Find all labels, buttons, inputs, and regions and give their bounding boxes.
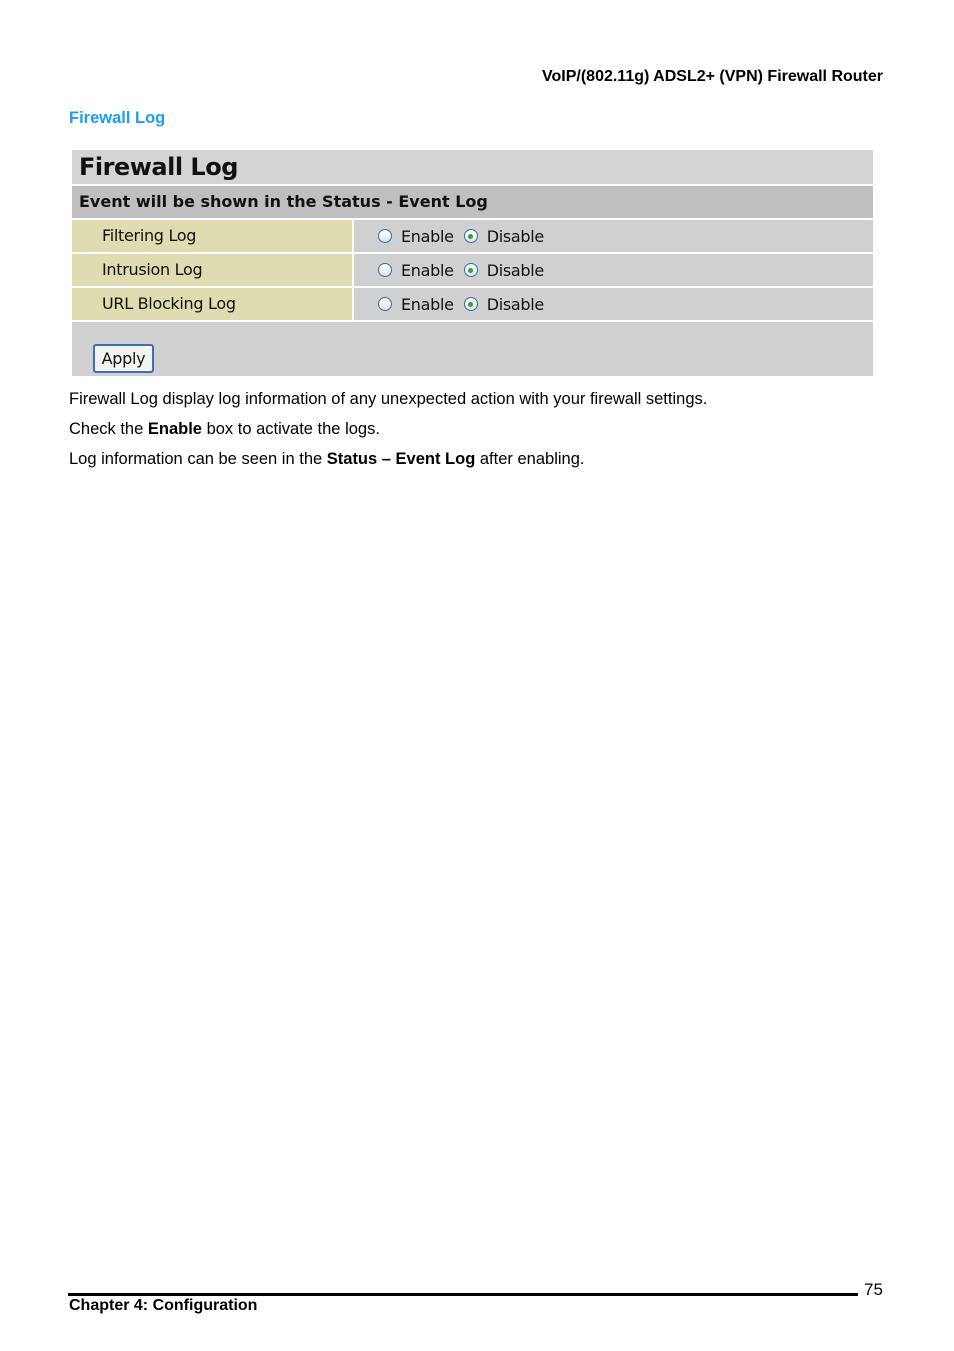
disable-radio-option[interactable]: Disable bbox=[463, 226, 545, 246]
enable-radio-option[interactable]: Enable bbox=[378, 295, 454, 314]
radio-button-unchecked[interactable] bbox=[378, 263, 392, 277]
setting-label: Filtering Log bbox=[72, 220, 354, 252]
radio-group: Enable Disable bbox=[354, 254, 873, 286]
radio-button-unchecked[interactable] bbox=[378, 297, 392, 311]
radio-button-checked[interactable] bbox=[463, 263, 478, 277]
panel-title: Firewall Log bbox=[72, 150, 873, 186]
radio-group: Enable Disable bbox=[354, 220, 873, 252]
enable-radio-option[interactable]: Enable bbox=[378, 227, 454, 246]
radio-button-checked[interactable] bbox=[463, 297, 478, 311]
radio-group: Enable Disable bbox=[354, 288, 873, 320]
disable-radio-option[interactable]: Disable bbox=[463, 260, 545, 280]
radio-label: Enable bbox=[401, 260, 454, 280]
radio-label: Enable bbox=[401, 294, 454, 314]
radio-button-checked[interactable] bbox=[463, 229, 478, 243]
setting-row-filtering-log: Filtering Log Enable Disable bbox=[72, 220, 873, 254]
panel-subtitle: Event will be shown in the Status - Even… bbox=[72, 186, 873, 220]
radio-label: Enable bbox=[401, 226, 454, 246]
radio-button-unchecked[interactable] bbox=[378, 229, 392, 243]
text: Log information can be seen in the bbox=[69, 450, 327, 468]
apply-area: Apply bbox=[72, 322, 873, 376]
description-paragraph: Firewall Log display log information of … bbox=[69, 390, 708, 408]
setting-label: Intrusion Log bbox=[72, 254, 354, 286]
text: Check the bbox=[69, 420, 148, 438]
emphasis-status-event-log: Status – Event Log bbox=[326, 450, 476, 468]
setting-row-url-blocking-log: URL Blocking Log Enable Disable bbox=[72, 288, 873, 322]
footer-chapter: Chapter 4: Configuration bbox=[69, 1297, 258, 1314]
emphasis-enable: Enable bbox=[147, 420, 202, 438]
page-header-title: VoIP/(802.11g) ADSL2+ (VPN) Firewall Rou… bbox=[542, 68, 883, 85]
setting-label: URL Blocking Log bbox=[72, 288, 354, 320]
footer-divider bbox=[68, 1293, 858, 1296]
firewall-log-panel: Firewall Log Event will be shown in the … bbox=[72, 150, 873, 376]
radio-label: Disable bbox=[486, 226, 545, 246]
section-heading: Firewall Log bbox=[69, 109, 166, 127]
enable-radio-option[interactable]: Enable bbox=[378, 261, 454, 280]
radio-label: Disable bbox=[486, 294, 545, 314]
enable-instruction: Check the Enable box to activate the log… bbox=[69, 420, 380, 439]
radio-label: Disable bbox=[486, 260, 545, 280]
text: box to activate the logs. bbox=[201, 420, 380, 438]
disable-radio-option[interactable]: Disable bbox=[463, 294, 545, 314]
text: after enabling. bbox=[475, 450, 585, 468]
page-number: 75 bbox=[864, 1280, 883, 1299]
event-log-instruction: Log information can be seen in the Statu… bbox=[69, 450, 584, 469]
setting-row-intrusion-log: Intrusion Log Enable Disable bbox=[72, 254, 873, 288]
apply-button[interactable]: Apply bbox=[93, 344, 154, 373]
